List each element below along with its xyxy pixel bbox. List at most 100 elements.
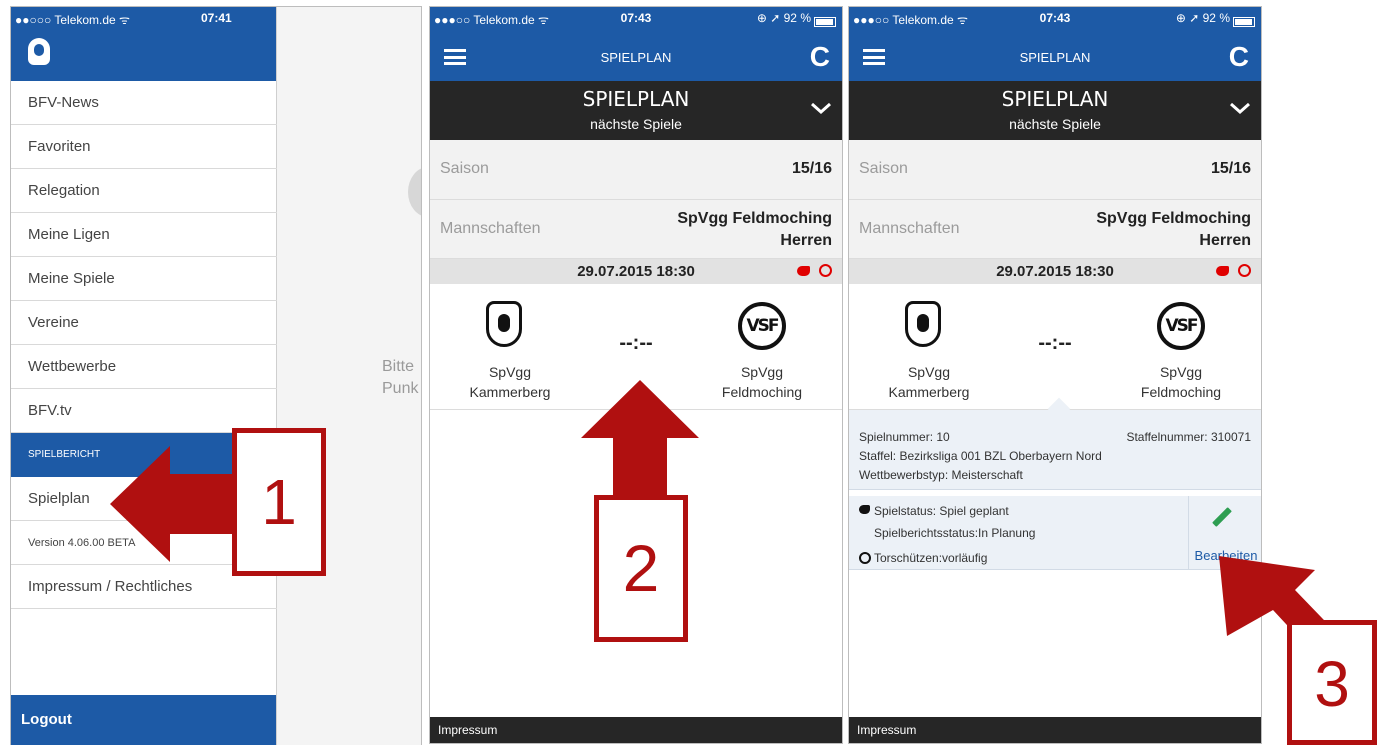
whistle-icon [797,266,810,276]
clock: 07:41 [201,11,232,25]
home-team-line2: Kammerberg [888,384,970,400]
teams-row: Mannschaften SpVgg Feldmoching Herren [430,200,842,259]
status-bar: ●●●○○ Telekom.de ᯤ 07:43 ⊕ ➚ 92 % [849,7,1261,29]
page-header[interactable]: SPIELPLAN nächste Spiele [849,81,1261,140]
home-team-line2: Kammerberg [469,384,551,400]
menu-header: ●●○○○ Telekom.de ᯤ 07:41 [11,7,276,81]
page-subtitle: nächste Spiele [1009,116,1101,132]
teams-label: Mannschaften [440,220,541,237]
phone-screen-match-detail: ●●●○○ Telekom.de ᯤ 07:43 ⊕ ➚ 92 % SPIELP… [848,6,1262,744]
season-value: 15/16 [791,160,832,177]
group-number: Staffelnummer: 310071 [1126,430,1251,444]
phone-screen-menu: Bitte Punk ●●○○○ Telekom.de ᯤ 07:41 BFV-… [10,6,422,745]
season-row: Saison 15/16 [849,140,1261,200]
match-datetime: 29.07.2015 18:30 [577,263,695,280]
menu-item-wettbewerbe[interactable]: Wettbewerbe [11,345,277,389]
chevron-down-icon[interactable] [810,101,832,115]
menu-item-meine-spiele[interactable]: Meine Spiele [11,257,277,301]
match-card[interactable]: SpVgg Kammerberg --:-- VSF SpVgg Feldmochi… [849,284,1261,410]
refresh-icon[interactable]: C [1229,43,1249,71]
nav-title: SPIELPLAN [1019,50,1091,65]
away-team-crest: VSF [738,302,786,350]
user-avatar-icon[interactable] [28,38,50,65]
home-team-line1: SpVgg [488,364,532,380]
refresh-icon[interactable]: C [810,43,830,71]
teams-value-line2: Herren [780,232,832,249]
obscured-content: Bitte Punk [277,7,421,745]
battery-icon [814,17,836,27]
whistle-icon [1216,266,1229,276]
impressum-link[interactable]: Impressum [849,717,1261,743]
report-status: Spielberichtsstatus:In Planung [874,526,1036,540]
annotation-label-2: 2 [594,495,688,642]
carrier-label: ●●●○○ Telekom.de ᯤ [434,13,550,27]
match-status-panel: Spielstatus: Spiel geplant Spielberichts… [849,496,1261,570]
teams-label: Mannschaften [859,220,960,237]
competition-type: Wettbewerbstyp: Meisterschaft [859,468,1023,482]
teams-value: SpVgg Feldmoching Herren [1096,208,1251,252]
menu-item-favoriten[interactable]: Favoriten [11,125,277,169]
page-subtitle: nächste Spiele [590,116,682,132]
teams-value-line1: SpVgg Feldmoching [1096,210,1251,227]
season-value: 15/16 [1210,160,1251,177]
away-team-crest: VSF [1157,302,1205,350]
status-bar: ●●○○○ Telekom.de ᯤ 07:41 [11,7,276,29]
carrier-label: ●●○○○ Telekom.de ᯤ [15,13,131,27]
away-team-name: SpVgg Feldmoching [692,362,832,402]
nav-bar: ●●●○○ Telekom.de ᯤ 07:43 ⊕ ➚ 92 % SPIELP… [430,7,842,81]
home-team-crest [905,301,941,347]
annotation-label-3: 3 [1287,620,1377,745]
scorers-status: Torschützen:vorläufig [874,551,988,565]
tutorial-screenshot: Bitte Punk ●●○○○ Telekom.de ᯤ 07:41 BFV-… [0,0,1389,745]
match-score: --:-- [1038,332,1072,354]
teams-row: Mannschaften SpVgg Feldmoching Herren [849,200,1261,259]
soccer-ball-icon [1238,264,1251,277]
teams-value: SpVgg Feldmoching Herren [677,208,832,252]
status-bar: ●●●○○ Telekom.de ᯤ 07:43 ⊕ ➚ 92 % [430,7,842,29]
impressum-link[interactable]: Impressum [430,717,842,743]
home-team-line1: SpVgg [907,364,951,380]
home-team-name: SpVgg Kammerberg [859,362,999,402]
battery-indicator: ⊕ ➚ 92 % [757,11,836,27]
logout-button[interactable]: Logout [11,695,276,745]
home-team-name: SpVgg Kammerberg [440,362,580,402]
season-row: Saison 15/16 [430,140,842,200]
menu-item-relegation[interactable]: Relegation [11,169,277,213]
soccer-ball-icon [819,264,832,277]
menu-item-meine-ligen[interactable]: Meine Ligen [11,213,277,257]
pencil-edit-icon[interactable] [1212,507,1232,527]
chevron-down-icon[interactable] [1229,101,1251,115]
away-team-line2: Feldmoching [1140,384,1222,400]
away-team-name: SpVgg Feldmoching [1111,362,1251,402]
obscured-logo [408,167,421,217]
match-score: --:-- [619,332,653,354]
match-datetime: 29.07.2015 18:30 [996,263,1114,280]
game-status: Spielstatus: Spiel geplant [874,504,1009,518]
match-detail-panel: Spielnummer: 10 Staffelnummer: 310071 St… [849,397,1261,490]
away-team-line1: SpVgg [1159,364,1203,380]
soccer-ball-icon [859,552,871,564]
clock: 07:43 [1039,11,1071,25]
menu-item-bfv-tv[interactable]: BFV.tv [11,389,277,433]
away-team-line2: Feldmoching [721,384,803,400]
battery-indicator: ⊕ ➚ 92 % [1175,11,1255,27]
home-team-crest [486,301,522,347]
obscured-text-line2: Punk [382,380,419,397]
annotation-arrow-1 [110,446,250,562]
match-date-row: 29.07.2015 18:30 [849,259,1261,284]
battery-label: ⊕ ➚ 92 % [1175,11,1230,25]
annotation-arrow-2 [581,380,699,500]
page-title: SPIELPLAN [1001,87,1109,111]
page-header[interactable]: SPIELPLAN nächste Spiele [430,81,842,140]
battery-icon [1233,17,1255,27]
whistle-icon [859,505,870,514]
menu-item-bfv-news[interactable]: BFV-News [11,81,277,125]
nav-bar: ●●●○○ Telekom.de ᯤ 07:43 ⊕ ➚ 92 % SPIELP… [849,7,1261,81]
season-label: Saison [440,160,489,177]
menu-item-vereine[interactable]: Vereine [11,301,277,345]
clock: 07:43 [620,11,652,25]
away-team-line1: SpVgg [740,364,784,380]
carrier-label: ●●●○○ Telekom.de ᯤ [853,13,969,27]
group-name: Staffel: Bezirksliga 001 BZL Oberbayern … [859,449,1102,463]
side-menu: ●●○○○ Telekom.de ᯤ 07:41 BFV-News Favorit… [11,7,277,745]
